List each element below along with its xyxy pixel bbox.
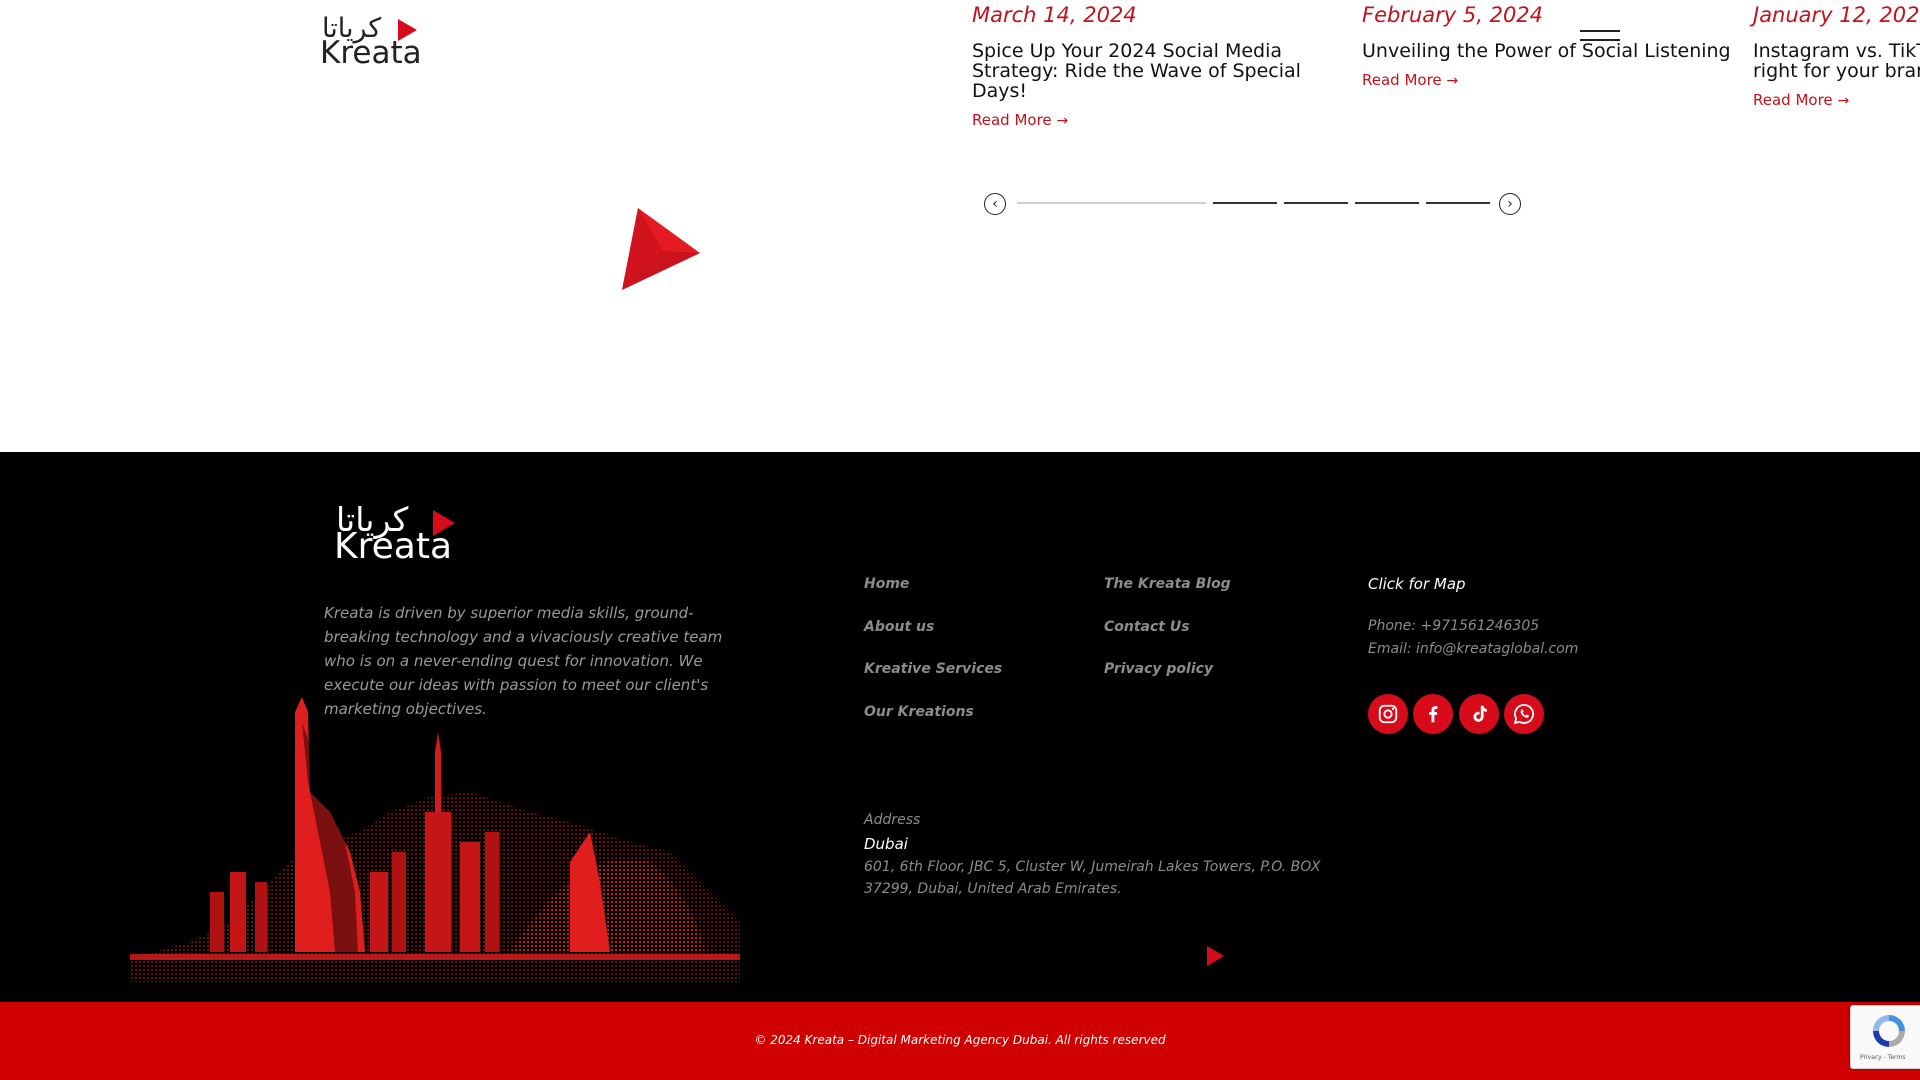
read-more-link[interactable]: Read More →: [1362, 71, 1742, 89]
slider-dot[interactable]: [1355, 202, 1419, 204]
contact-email[interactable]: Email: info@kreataglobal.com: [1368, 641, 1578, 657]
recaptcha-badge[interactable]: Privacy - Terms: [1850, 1005, 1920, 1069]
facebook-icon: [1429, 706, 1438, 723]
site-logo[interactable]: كرياتا Kreata: [320, 13, 422, 71]
read-more-label: Read More: [1362, 71, 1442, 89]
blog-date: January 12, 2024: [1753, 3, 1920, 27]
footer-link-privacy[interactable]: Privacy policy: [1104, 661, 1213, 677]
arrow-right-icon: →: [1837, 93, 1850, 109]
chevron-left-icon: ‹: [992, 196, 998, 212]
blog-date: February 5, 2024: [1362, 3, 1544, 27]
blog-card[interactable]: February 5, 2024 Unveiling the Power of …: [1362, 0, 1742, 89]
play-icon: [1207, 946, 1224, 966]
footer-link-contact[interactable]: Contact Us: [1104, 619, 1190, 635]
blog-title[interactable]: Spice Up Your 2024 Social Media Strategy…: [972, 41, 1302, 101]
blog-title[interactable]: Instagram vs. TikTok: Which is right for…: [1753, 41, 1920, 81]
arrow-right-icon: →: [1056, 113, 1069, 129]
slider-prev-button[interactable]: ‹: [984, 193, 1006, 215]
footer-link-about[interactable]: About us: [864, 619, 934, 635]
copyright-text: © 2024 Kreata – Digital Marketing Agency…: [754, 1033, 1166, 1047]
tiktok-button[interactable]: [1459, 694, 1499, 734]
slider-dot[interactable]: [1426, 202, 1490, 204]
recaptcha-icon: [1873, 1015, 1905, 1047]
address-text: 601, 6th Floor, JBC 5, Cluster W, Jumeir…: [864, 859, 1321, 897]
footer-logo-text: Kreata: [334, 526, 453, 567]
address-city: Dubai: [864, 835, 908, 853]
blog-section: كرياتا Kreata March 14, 2024 Spice Up Yo…: [0, 0, 1920, 452]
whatsapp-button[interactable]: [1504, 694, 1544, 734]
slider-dot-active[interactable]: [1017, 202, 1206, 204]
logo-text: Kreata: [320, 35, 422, 71]
whatsapp-icon: [1513, 704, 1534, 725]
footer-link-blog[interactable]: The Kreata Blog: [1104, 576, 1231, 592]
footer-link-kreations[interactable]: Our Kreations: [864, 704, 974, 720]
contact-phone[interactable]: Phone: +971561246305: [1368, 618, 1539, 634]
tiktok-icon: [1473, 705, 1487, 722]
read-more-link[interactable]: Read More →: [1753, 91, 1920, 109]
facebook-button[interactable]: [1413, 694, 1453, 734]
dubai-skyline-illustration: [130, 697, 740, 982]
play-triangle-graphic: [622, 208, 700, 290]
instagram-icon: [1378, 704, 1398, 724]
map-link[interactable]: Click for Map: [1368, 575, 1466, 593]
footer-link-services[interactable]: Kreative Services: [864, 661, 1002, 677]
slider-dot[interactable]: [1213, 202, 1277, 204]
copyright-bar: © 2024 Kreata – Digital Marketing Agency…: [0, 1002, 1920, 1080]
arrow-right-icon: →: [1446, 73, 1459, 89]
address-label: Address: [864, 812, 921, 828]
blog-date: March 14, 2024: [972, 3, 1137, 27]
footer-link-home[interactable]: Home: [864, 576, 909, 592]
read-more-label: Read More: [972, 111, 1052, 129]
slider-dot[interactable]: [1284, 202, 1348, 204]
site-footer: كرياتا Kreata Kreata is driven by superi…: [0, 452, 1920, 1002]
footer-logo[interactable]: كرياتا Kreata: [334, 500, 464, 567]
read-more-link[interactable]: Read More →: [972, 111, 1302, 129]
blog-title[interactable]: Unveiling the Power of Social Listening: [1362, 41, 1742, 61]
slider-next-button[interactable]: ›: [1499, 193, 1521, 215]
instagram-button[interactable]: [1368, 694, 1408, 734]
blog-card[interactable]: March 14, 2024 Spice Up Your 2024 Social…: [972, 0, 1302, 129]
read-more-label: Read More: [1753, 91, 1833, 109]
recaptcha-links[interactable]: Privacy - Terms: [1860, 1054, 1905, 1061]
blog-card[interactable]: January 12, 2024 Instagram vs. TikTok: W…: [1753, 0, 1920, 109]
chevron-right-icon: ›: [1507, 196, 1513, 212]
